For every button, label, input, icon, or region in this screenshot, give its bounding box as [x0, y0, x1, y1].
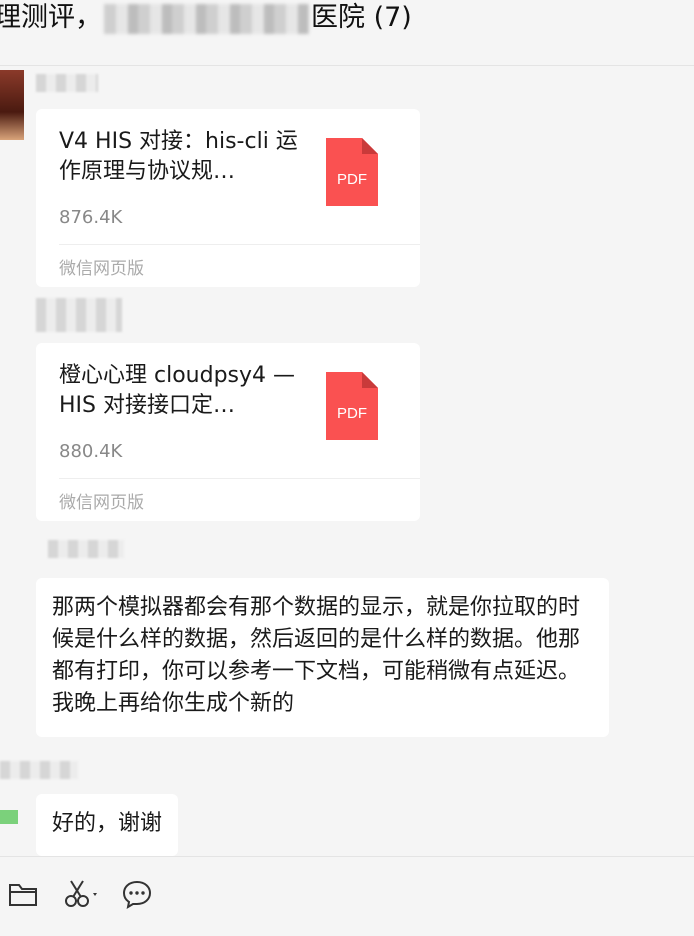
chat-title-prefix: 理测评， — [0, 2, 102, 33]
chat-title: 理测评， 医院 (7) — [0, 0, 412, 38]
pdf-icon-label: PDF — [337, 405, 367, 422]
file-message[interactable]: V4 HIS 对接：his-cli 运作原理与协议规… 876.4K PDF 微… — [36, 109, 420, 287]
sender-name-redacted — [36, 74, 98, 92]
avatar[interactable] — [0, 70, 24, 140]
chat-bubble-icon[interactable] — [120, 877, 154, 911]
file-size: 876.4K — [59, 207, 123, 228]
message-text: 好的，谢谢 — [52, 811, 163, 836]
chat-header: 理测评， 医院 (7) — [0, 0, 694, 66]
divider — [59, 478, 420, 479]
pdf-icon: PDF — [326, 138, 378, 206]
chat-title-suffix: 医院 (7) — [311, 2, 412, 33]
message-list[interactable]: V4 HIS 对接：his-cli 运作原理与协议规… 876.4K PDF 微… — [0, 66, 694, 856]
message-text: 那两个模拟器都会有那个数据的显示，就是你拉取的时候是什么样的数据，然后返回的是什… — [52, 595, 581, 716]
file-source: 微信网页版 — [59, 259, 144, 279]
pdf-icon-label: PDF — [337, 171, 367, 188]
avatar[interactable] — [0, 810, 18, 824]
divider — [59, 244, 420, 245]
sender-name-redacted — [0, 761, 78, 779]
pdf-icon: PDF — [326, 372, 378, 440]
file-name: 橙心心理 cloudpsy4 — HIS 对接接口定… — [59, 363, 296, 418]
file-message[interactable]: 橙心心理 cloudpsy4 — HIS 对接接口定… 880.4K PDF 微… — [36, 343, 420, 521]
file-size: 880.4K — [59, 441, 123, 462]
folder-icon[interactable] — [6, 877, 40, 911]
redacted-name — [104, 3, 309, 34]
file-name: V4 HIS 对接：his-cli 运作原理与协议规… — [59, 129, 298, 184]
file-source: 微信网页版 — [59, 493, 144, 513]
sender-name-redacted — [48, 540, 124, 558]
sender-name-redacted — [36, 298, 122, 332]
text-message[interactable]: 那两个模拟器都会有那个数据的显示，就是你拉取的时候是什么样的数据，然后返回的是什… — [36, 578, 609, 737]
text-message[interactable]: 好的，谢谢 — [36, 794, 179, 856]
scissors-icon[interactable] — [62, 877, 102, 911]
input-toolbar — [0, 856, 694, 936]
